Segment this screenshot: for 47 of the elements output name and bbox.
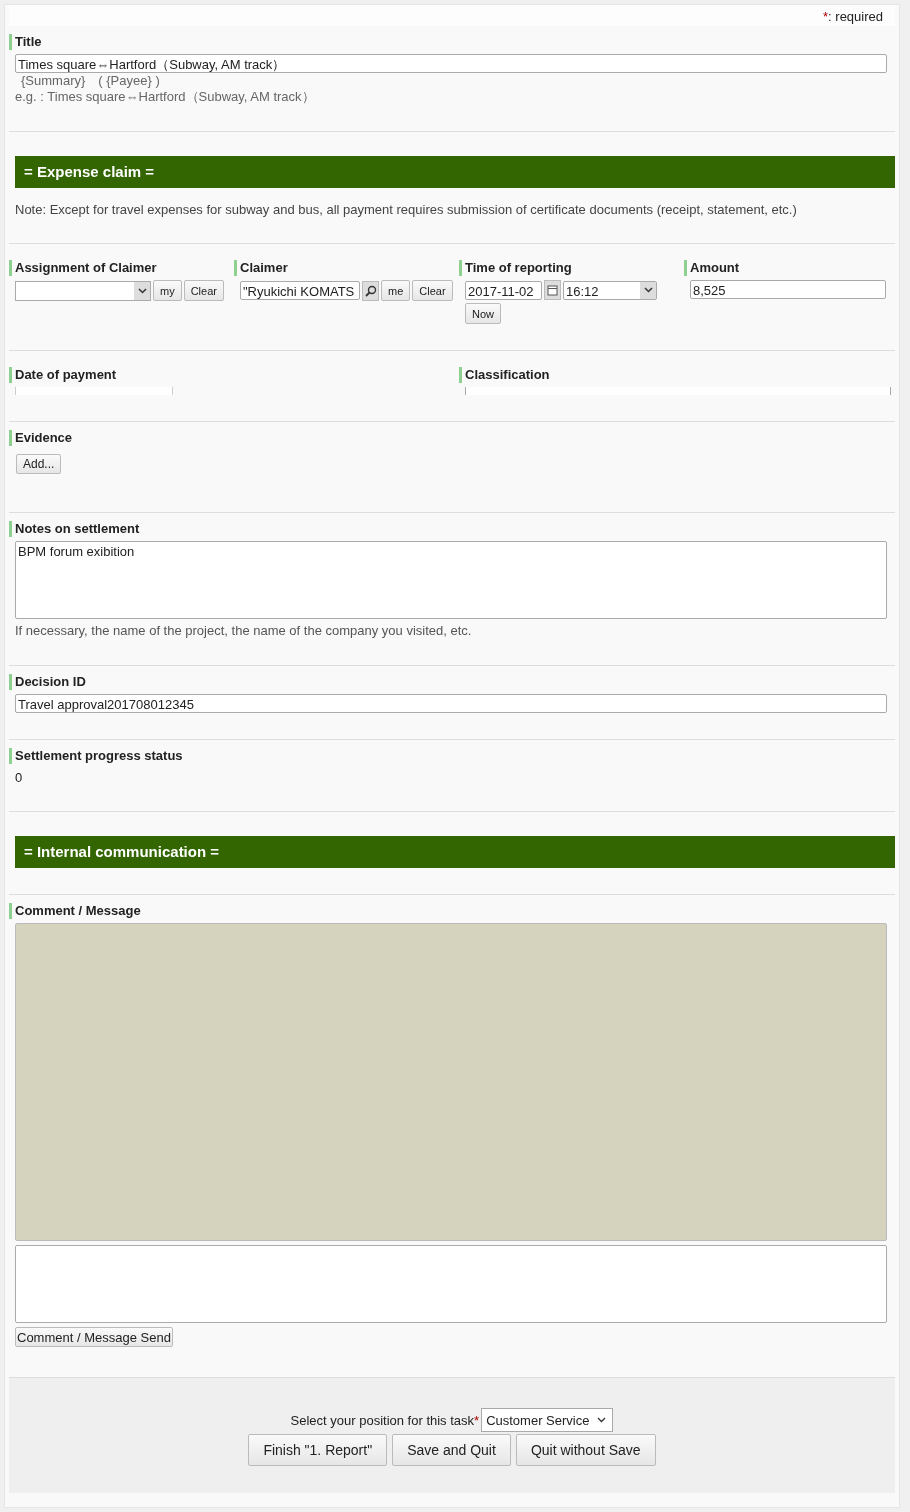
required-mark: * <box>474 1412 480 1428</box>
field-label: Comment / Message <box>9 903 895 919</box>
assignment-select[interactable] <box>15 280 151 301</box>
field-label: Time of reporting <box>459 260 684 276</box>
notes-hint: If necessary, the name of the project, the name of the company you visited, etc. <box>15 623 473 639</box>
small-button[interactable]: my <box>153 280 182 301</box>
claimer-field[interactable]: "Ryukichi KOMATS <box>240 281 360 300</box>
small-button[interactable]: me <box>381 280 411 301</box>
field-label: Notes on settlement <box>9 521 895 537</box>
calendar-button[interactable] <box>544 280 561 300</box>
title-field[interactable]: Times square⇔Hartford（Subway, AM track） <box>15 54 887 73</box>
action-button[interactable]: Quit without Save <box>515 1434 656 1466</box>
comment-textarea[interactable] <box>15 1245 887 1323</box>
format-hint: {Summary} ( {Payee} ) <box>21 73 161 89</box>
field-label: Amount <box>684 260 895 276</box>
caret-icon <box>597 1417 607 1423</box>
position-label: Select your position for this task <box>290 1412 475 1428</box>
action-button[interactable]: Finish "1. Report" <box>248 1434 388 1466</box>
search-button[interactable] <box>362 280 379 301</box>
small-button[interactable]: Clear <box>183 280 224 301</box>
amount-field[interactable]: 8,525 <box>690 280 886 299</box>
field-label: Date of payment <box>9 367 459 383</box>
example-hint: e.g. : Times square⇔Hartford（Subway, AM track） <box>15 89 316 105</box>
required-note: : required <box>828 9 883 24</box>
field-label: Assignment of Claimer <box>9 260 234 276</box>
notes-textarea[interactable]: BPM forum exibition <box>15 541 887 619</box>
position-select[interactable]: Customer Service <box>481 1408 614 1432</box>
field-label: Evidence <box>9 430 895 446</box>
note-text: Note: Except for travel expenses for subway and bus, all payment requires submission of certificate documents (receipt, statement, etc.) <box>15 202 798 217</box>
section-header: = Expense claim = <box>15 156 895 188</box>
date-field[interactable]: 2017-11-02 <box>465 280 542 300</box>
caret-icon <box>643 287 653 293</box>
add-button[interactable]: Add... <box>16 454 62 474</box>
caret-icon <box>137 287 147 294</box>
field-label: Title <box>9 34 895 50</box>
send-button[interactable]: Comment / Message Send <box>15 1327 173 1347</box>
action-button[interactable]: Save and Quit <box>392 1434 511 1466</box>
decision-id-field[interactable]: Travel approval201708012345 <box>15 694 887 713</box>
field-label: Classification <box>459 367 895 383</box>
field-label: Claimer <box>234 260 459 276</box>
time-select[interactable]: 16:12 <box>563 280 657 300</box>
small-button[interactable]: Clear <box>412 280 453 301</box>
section-header: = Internal communication = <box>15 836 895 868</box>
field-label: Decision ID <box>9 674 895 690</box>
field-label: Settlement progress status <box>9 748 895 764</box>
status-value: 0 <box>15 770 24 785</box>
now-button[interactable]: Now <box>465 303 501 324</box>
